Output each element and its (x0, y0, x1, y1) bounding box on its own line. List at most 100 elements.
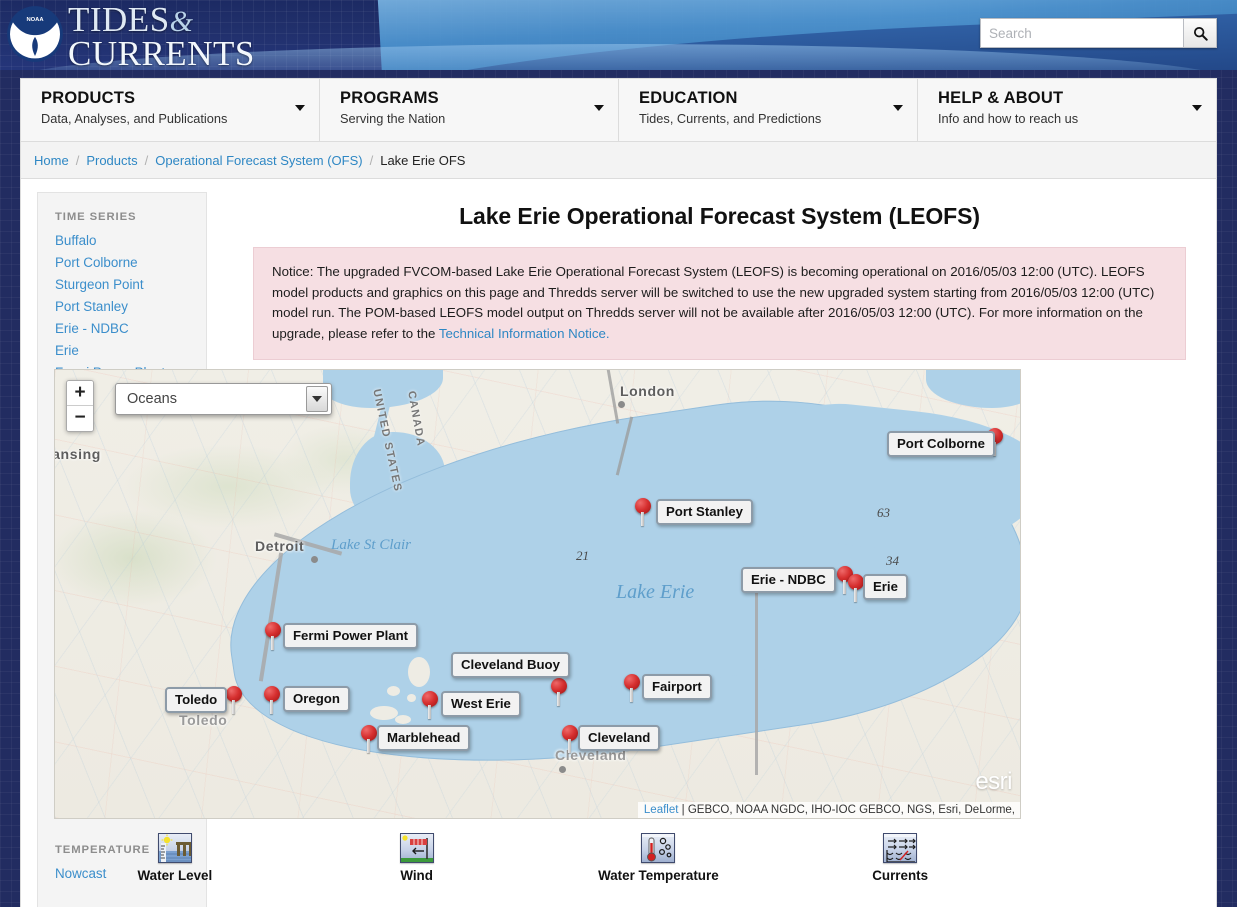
chevron-down-icon (594, 105, 604, 111)
map-zoom-control: + − (66, 380, 94, 432)
map-pin-cleveland[interactable] (562, 725, 578, 753)
search-area (980, 18, 1217, 48)
content-area: TIME SERIES Buffalo Port Colborne Sturge… (20, 179, 1217, 907)
nav-subtitle: Info and how to reach us (938, 111, 1202, 126)
city-dot-cleveland (559, 766, 566, 773)
map-label-pin-west-erie[interactable]: West Erie (441, 691, 521, 717)
nav-title: PRODUCTS (41, 87, 305, 109)
product-link-water-temperature[interactable]: Water Temperature (538, 833, 780, 903)
map-pin-cleveland-buoy[interactable] (551, 678, 567, 706)
product-link-water-level[interactable]: Water Level (54, 833, 296, 903)
breadcrumb-current: Lake Erie OFS (375, 153, 470, 168)
noaa-logo-icon[interactable]: NOAA (6, 5, 64, 63)
sidebar-item-port-stanley[interactable]: Port Stanley (55, 296, 206, 318)
breadcrumb-separator: / (74, 153, 82, 168)
nav-subtitle: Data, Analyses, and Publications (41, 111, 305, 126)
product-label: Currents (872, 868, 928, 883)
leaflet-link[interactable]: Leaflet (644, 804, 679, 816)
map-pin-erie[interactable] (848, 574, 864, 602)
nav-subtitle: Serving the Nation (340, 111, 604, 126)
map-pin-fermi-power-plant[interactable] (265, 622, 281, 650)
product-label: Wind (400, 868, 433, 883)
city-dot-detroit (311, 556, 318, 563)
notice-banner: Notice: The upgraded FVCOM-based Lake Er… (253, 247, 1186, 360)
breadcrumb-item-home[interactable]: Home (29, 153, 74, 168)
main-navigation: PRODUCTS Data, Analyses, and Publication… (20, 78, 1217, 141)
basemap-select[interactable]: Oceans (115, 383, 332, 415)
nav-subtitle: Tides, Currents, and Predictions (639, 111, 903, 126)
map-label-pin-marblehead[interactable]: Marblehead (377, 725, 470, 751)
highway-vertical-east (755, 590, 758, 775)
search-icon (1193, 26, 1208, 41)
esri-watermark: esri (975, 768, 1012, 796)
zoom-in-button[interactable]: + (67, 381, 93, 406)
nav-item-education[interactable]: EDUCATION Tides, Currents, and Predictio… (619, 79, 918, 141)
product-link-wind[interactable]: Wind (296, 833, 538, 903)
breadcrumb: Home / Products / Operational Forecast S… (20, 141, 1217, 179)
chevron-down-icon[interactable] (306, 386, 328, 412)
chevron-down-icon (1192, 105, 1202, 111)
sidebar-heading-time-series: TIME SERIES (55, 211, 206, 223)
nav-title: PROGRAMS (340, 87, 604, 109)
sidebar-item-buffalo[interactable]: Buffalo (55, 230, 206, 252)
island-small-4 (395, 715, 411, 724)
island-small-2 (407, 694, 416, 702)
nav-title: HELP & ABOUT (938, 87, 1202, 109)
basemap-selected-value: Oceans (116, 391, 306, 407)
breadcrumb-item-ofs[interactable]: Operational Forecast System (OFS) (150, 153, 367, 168)
zoom-out-button[interactable]: − (67, 406, 93, 431)
map-pin-marblehead[interactable] (361, 725, 377, 753)
product-links-row: Water Level (54, 833, 1021, 903)
map-label-pin-cleveland[interactable]: Cleveland (578, 725, 660, 751)
nav-item-programs[interactable]: PROGRAMS Serving the Nation (320, 79, 619, 141)
sidebar-item-erie-ndbc[interactable]: Erie - NDBC (55, 318, 206, 340)
technical-information-notice-link[interactable]: Technical Information Notice. (439, 326, 610, 341)
city-dot-london (618, 401, 625, 408)
water-level-icon (158, 833, 192, 863)
map-pin-west-erie[interactable] (422, 691, 438, 719)
breadcrumb-separator: / (368, 153, 376, 168)
nav-item-help-about[interactable]: HELP & ABOUT Info and how to reach us (918, 79, 1216, 141)
wind-icon (400, 833, 434, 863)
sidebar-item-sturgeon-point[interactable]: Sturgeon Point (55, 274, 206, 296)
chevron-down-icon (295, 105, 305, 111)
map-label-pin-fairport[interactable]: Fairport (642, 674, 712, 700)
search-button[interactable] (1183, 18, 1217, 48)
map-label-pin-oregon[interactable]: Oregon (283, 686, 350, 712)
attribution-sources: | GEBCO, NOAA NGDC, IHO-IOC GEBCO, NGS, … (682, 804, 1015, 816)
map-label-pin-cleveland-buoy[interactable]: Cleveland Buoy (451, 652, 570, 678)
chevron-down-icon (893, 105, 903, 111)
map-label-pin-erie[interactable]: Erie (863, 574, 908, 600)
currents-icon (883, 833, 917, 863)
island-pelee (408, 657, 430, 687)
sidebar-item-erie[interactable]: Erie (55, 340, 206, 362)
map-label-pin-port-colborne[interactable]: Port Colborne (887, 431, 995, 457)
nav-title: EDUCATION (639, 87, 903, 109)
island-small-3 (370, 706, 398, 720)
map-pin-oregon[interactable] (264, 686, 280, 714)
search-input[interactable] (980, 18, 1183, 48)
map-pin-port-stanley[interactable] (635, 498, 651, 526)
nav-item-products[interactable]: PRODUCTS Data, Analyses, and Publication… (21, 79, 320, 141)
water-temperature-icon (641, 833, 675, 863)
map-pin-fairport[interactable] (624, 674, 640, 702)
product-label: Water Temperature (598, 868, 719, 883)
map-label-pin-erie-ndbc[interactable]: Erie - NDBC (741, 567, 836, 593)
map-label-pin-toledo[interactable]: Toledo (165, 687, 227, 713)
map-attribution: Leaflet | GEBCO, NOAA NGDC, IHO-IOC GEBC… (638, 802, 1020, 818)
leaflet-map[interactable]: UNITED STATES CANADA London Detroit Tole… (54, 369, 1021, 819)
breadcrumb-item-products[interactable]: Products (81, 153, 142, 168)
site-brand: TIDES& CURRENTS (68, 3, 255, 70)
map-pin-toledo[interactable] (226, 686, 242, 714)
page-title: Lake Erie Operational Forecast System (L… (221, 203, 1217, 230)
breadcrumb-separator: / (143, 153, 151, 168)
island-small-1 (387, 686, 400, 696)
notice-text: Notice: The upgraded FVCOM-based Lake Er… (272, 264, 1154, 341)
site-masthead: NOAA TIDES& CURRENTS (0, 0, 1237, 70)
sidebar-item-port-colborne[interactable]: Port Colborne (55, 252, 206, 274)
map-label-pin-fermi-power-plant[interactable]: Fermi Power Plant (283, 623, 418, 649)
page-root: NOAA TIDES& CURRENTS PRODUCTS Data, Anal… (0, 0, 1237, 907)
product-link-currents[interactable]: Currents (779, 833, 1021, 903)
brand-currents: CURRENTS (68, 37, 255, 70)
map-label-pin-port-stanley[interactable]: Port Stanley (656, 499, 753, 525)
